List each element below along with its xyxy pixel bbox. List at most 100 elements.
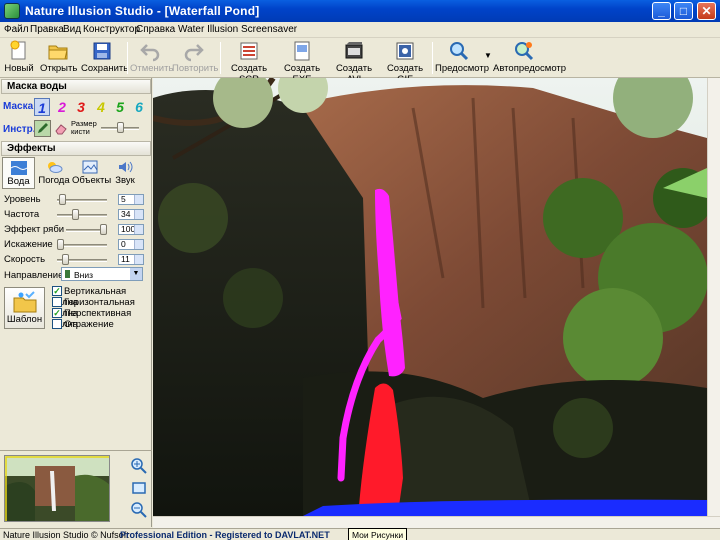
image-canvas[interactable]: [153, 78, 707, 516]
preview-button[interactable]: Предосмотр: [435, 38, 489, 78]
undo-button[interactable]: Отменить: [130, 38, 174, 78]
reflection-checkbox[interactable]: Отражение: [52, 319, 114, 330]
chevron-down-icon: ▼: [130, 268, 142, 280]
folder-icon: [48, 45, 68, 60]
frequency-slider-thumb[interactable]: [71, 209, 79, 220]
tab-objects[interactable]: Объекты: [72, 157, 111, 189]
distortion-slider[interactable]: [57, 244, 107, 247]
window-title: Nature Illusion Studio - [Waterfall Pond…: [25, 4, 260, 18]
preview-dropdown-icon[interactable]: ▼: [484, 51, 492, 60]
level-label: Уровень: [4, 194, 41, 205]
minimize-button[interactable]: _: [652, 2, 671, 20]
screensaver-icon: [240, 42, 258, 60]
direction-label: Направление: [4, 270, 64, 281]
tab-sound[interactable]: Звук: [110, 157, 140, 189]
menu-designer[interactable]: Конструктор: [83, 24, 140, 35]
direction-value: Вниз: [74, 270, 94, 280]
vertical-wave-check[interactable]: ✓: [52, 286, 62, 296]
mask-5-button[interactable]: 5: [112, 98, 128, 116]
tab-water[interactable]: Вода: [2, 157, 35, 189]
horizontal-wave-check[interactable]: [52, 297, 62, 307]
speed-label: Скорость: [4, 254, 46, 265]
frequency-slider[interactable]: [57, 214, 107, 217]
brush-tool-button[interactable]: [34, 120, 51, 137]
speed-slider-thumb[interactable]: [61, 254, 69, 265]
mask-3-button[interactable]: 3: [73, 98, 89, 116]
navigator-thumbnail[interactable]: [4, 455, 110, 522]
new-label: Новый: [4, 63, 34, 74]
level-slider-thumb[interactable]: [59, 194, 67, 205]
weather-icon: [48, 162, 63, 173]
image-icon: [396, 42, 414, 60]
vertical-scrollbar[interactable]: [707, 78, 720, 516]
distortion-slider-thumb[interactable]: [57, 239, 64, 250]
speed-input[interactable]: 11: [118, 254, 144, 265]
new-button[interactable]: Новый: [4, 38, 34, 78]
horizontal-scrollbar[interactable]: [153, 516, 720, 528]
redo-label: Повторить: [172, 63, 219, 74]
floppy-icon: [93, 42, 111, 60]
close-button[interactable]: ✕: [697, 2, 716, 20]
objects-icon: [82, 160, 98, 174]
magnifier-icon: [450, 42, 469, 61]
fit-screen-icon: [132, 482, 146, 494]
exe-icon: [294, 41, 310, 61]
menu-edit[interactable]: Правка: [30, 24, 64, 35]
tab-weather[interactable]: Погода: [37, 157, 71, 189]
eraser-tool-button[interactable]: [54, 122, 68, 138]
autopreview-icon: [515, 42, 534, 61]
perspective-wave-check[interactable]: ✓: [52, 308, 62, 318]
menu-screensaver[interactable]: Water Illusion Screensaver: [178, 24, 297, 35]
perspective-wave-checkbox[interactable]: ✓ Перспективная волна: [52, 308, 151, 330]
frequency-input[interactable]: 34: [118, 209, 144, 220]
film-icon: [345, 42, 363, 59]
ripple-input[interactable]: 100: [118, 224, 144, 235]
tab-water-label: Вода: [7, 176, 30, 187]
save-button[interactable]: Сохранить: [81, 38, 128, 78]
tab-weather-label: Погода: [38, 175, 70, 186]
create-gif-button[interactable]: Создать GIF: [381, 38, 429, 85]
mask-2-button[interactable]: 2: [54, 98, 70, 116]
autopreview-label: Автопредосмотр: [493, 63, 567, 74]
speaker-icon: [119, 161, 133, 173]
frequency-label: Частота: [4, 209, 40, 220]
effects-header: Эффекты: [1, 141, 151, 156]
mask-1-button[interactable]: 1: [34, 98, 50, 116]
redo-button[interactable]: Повторить: [172, 38, 219, 78]
mask-5-label: 5: [116, 99, 124, 115]
create-scr-button[interactable]: Создать SCR: [224, 38, 274, 85]
maximize-button[interactable]: □: [674, 2, 693, 20]
undo-label: Отменить: [130, 63, 174, 74]
direction-select[interactable]: Вниз ▼: [61, 267, 143, 281]
vertical-wave-checkbox[interactable]: ✓ Вертикальная волна: [52, 286, 151, 308]
menu-file[interactable]: Файл: [4, 24, 29, 35]
level-input[interactable]: 5: [118, 194, 144, 205]
zoom-out-button[interactable]: [131, 502, 147, 521]
open-button[interactable]: Открыть: [40, 38, 77, 78]
menu-help[interactable]: Справка: [136, 24, 175, 35]
tab-sound-label: Звук: [115, 175, 135, 186]
redo-icon: [184, 44, 204, 62]
ripple-slider-thumb[interactable]: [100, 224, 107, 235]
distortion-label: Искажение: [4, 239, 53, 250]
create-exe-button[interactable]: Создать EXE: [277, 38, 327, 85]
create-avi-button[interactable]: Создать AVI: [329, 38, 379, 85]
mask-3-label: 3: [77, 99, 85, 115]
new-icon: [10, 40, 26, 60]
status-edition: Professional Edition - Registered to DAV…: [120, 530, 330, 540]
fit-screen-button[interactable]: [131, 480, 147, 499]
save-label: Сохранить: [81, 63, 129, 74]
horizontal-wave-checkbox[interactable]: Горизонтальная волна: [52, 297, 151, 319]
zoom-in-button[interactable]: [131, 458, 147, 477]
autopreview-button[interactable]: Автопредосмотр: [493, 38, 566, 78]
undo-icon: [140, 44, 160, 62]
mask-4-button[interactable]: 4: [93, 98, 109, 116]
menu-view[interactable]: Вид: [63, 24, 81, 35]
distortion-input[interactable]: 0: [118, 239, 144, 250]
app-icon: [4, 3, 20, 19]
brush-size-slider-thumb[interactable]: [116, 122, 124, 133]
template-button[interactable]: Шаблон: [4, 287, 45, 329]
mask-6-button[interactable]: 6: [131, 98, 147, 116]
water-icon: [10, 161, 27, 175]
reflection-check[interactable]: [52, 319, 62, 329]
